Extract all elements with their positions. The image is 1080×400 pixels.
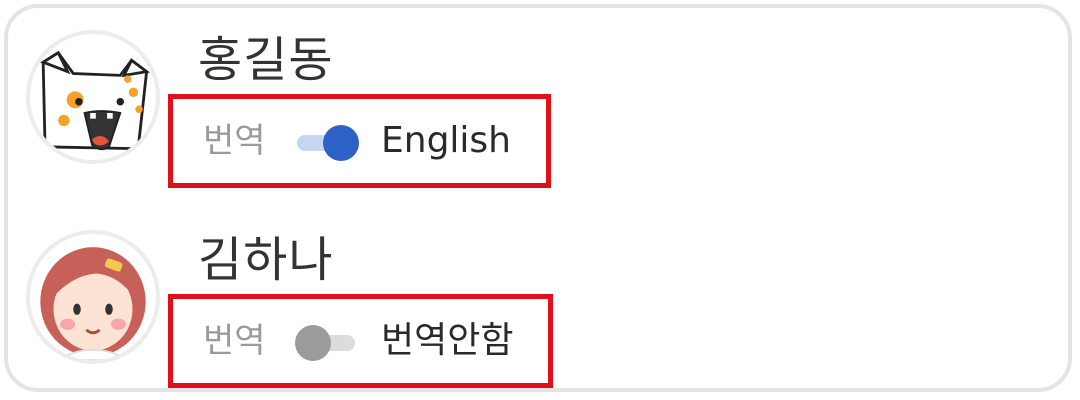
user-list-card: 홍길동 번역 English 김하나 번역 번역안함	[4, 4, 1072, 392]
translate-label: 번역	[203, 321, 266, 361]
translate-language: English	[381, 120, 511, 161]
user-row: 홍길동 번역 English	[8, 8, 1068, 188]
user-name: 김하나	[198, 232, 334, 288]
user-row: 김하나 번역 번역안함	[8, 208, 1068, 388]
translate-toggle[interactable]	[295, 325, 359, 361]
cat-avatar-icon	[26, 30, 160, 164]
translate-label: 번역	[203, 121, 266, 161]
user-name: 홍길동	[198, 32, 334, 88]
translation-setting: 번역 번역안함	[168, 294, 553, 388]
toggle-knob	[323, 125, 359, 161]
translate-toggle[interactable]	[295, 125, 359, 161]
translate-language: 번역안함	[381, 320, 514, 361]
girl-avatar-icon	[26, 230, 160, 364]
toggle-knob	[295, 325, 331, 361]
translation-setting: 번역 English	[168, 94, 551, 188]
